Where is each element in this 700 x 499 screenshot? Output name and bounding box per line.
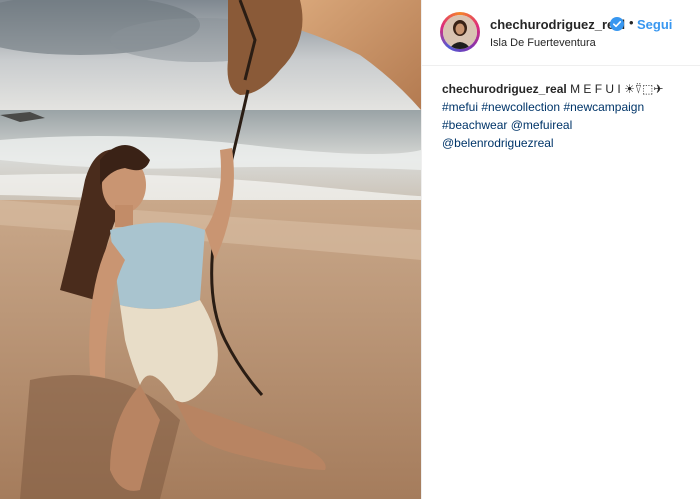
post-photo[interactable] xyxy=(0,0,421,499)
caption-text: M E F U I ☀⍢⬚✈ xyxy=(570,82,664,96)
username-link[interactable]: chechurodriguez_real xyxy=(490,17,625,32)
hashtag-link[interactable]: #beachwear xyxy=(442,118,507,132)
hashtag-link[interactable]: #mefui xyxy=(442,100,478,114)
post-caption: chechurodriguez_real M E F U I ☀⍢⬚✈ #mef… xyxy=(442,80,692,152)
verified-badge-icon xyxy=(610,17,624,31)
hashtag-link[interactable]: #newcampaign xyxy=(563,100,644,114)
follow-button[interactable]: Segui xyxy=(637,17,672,32)
post-header: chechurodriguez_real • Segui Isla De Fue… xyxy=(422,0,700,66)
instagram-post: chechurodriguez_real • Segui Isla De Fue… xyxy=(0,0,700,499)
mention-link[interactable]: @mefuireal xyxy=(511,118,573,132)
separator-dot: • xyxy=(629,15,634,30)
mention-link[interactable]: @belenrodriguezreal xyxy=(442,136,554,150)
hashtag-link[interactable]: #newcollection xyxy=(481,100,560,114)
profile-picture-icon xyxy=(443,15,477,49)
beach-photo-image xyxy=(0,0,421,499)
avatar-image xyxy=(443,15,477,49)
post-sidebar: chechurodriguez_real • Segui Isla De Fue… xyxy=(421,0,700,499)
avatar[interactable] xyxy=(440,12,480,52)
caption-username-link[interactable]: chechurodriguez_real xyxy=(442,82,567,96)
location-link[interactable]: Isla De Fuerteventura xyxy=(490,37,596,49)
